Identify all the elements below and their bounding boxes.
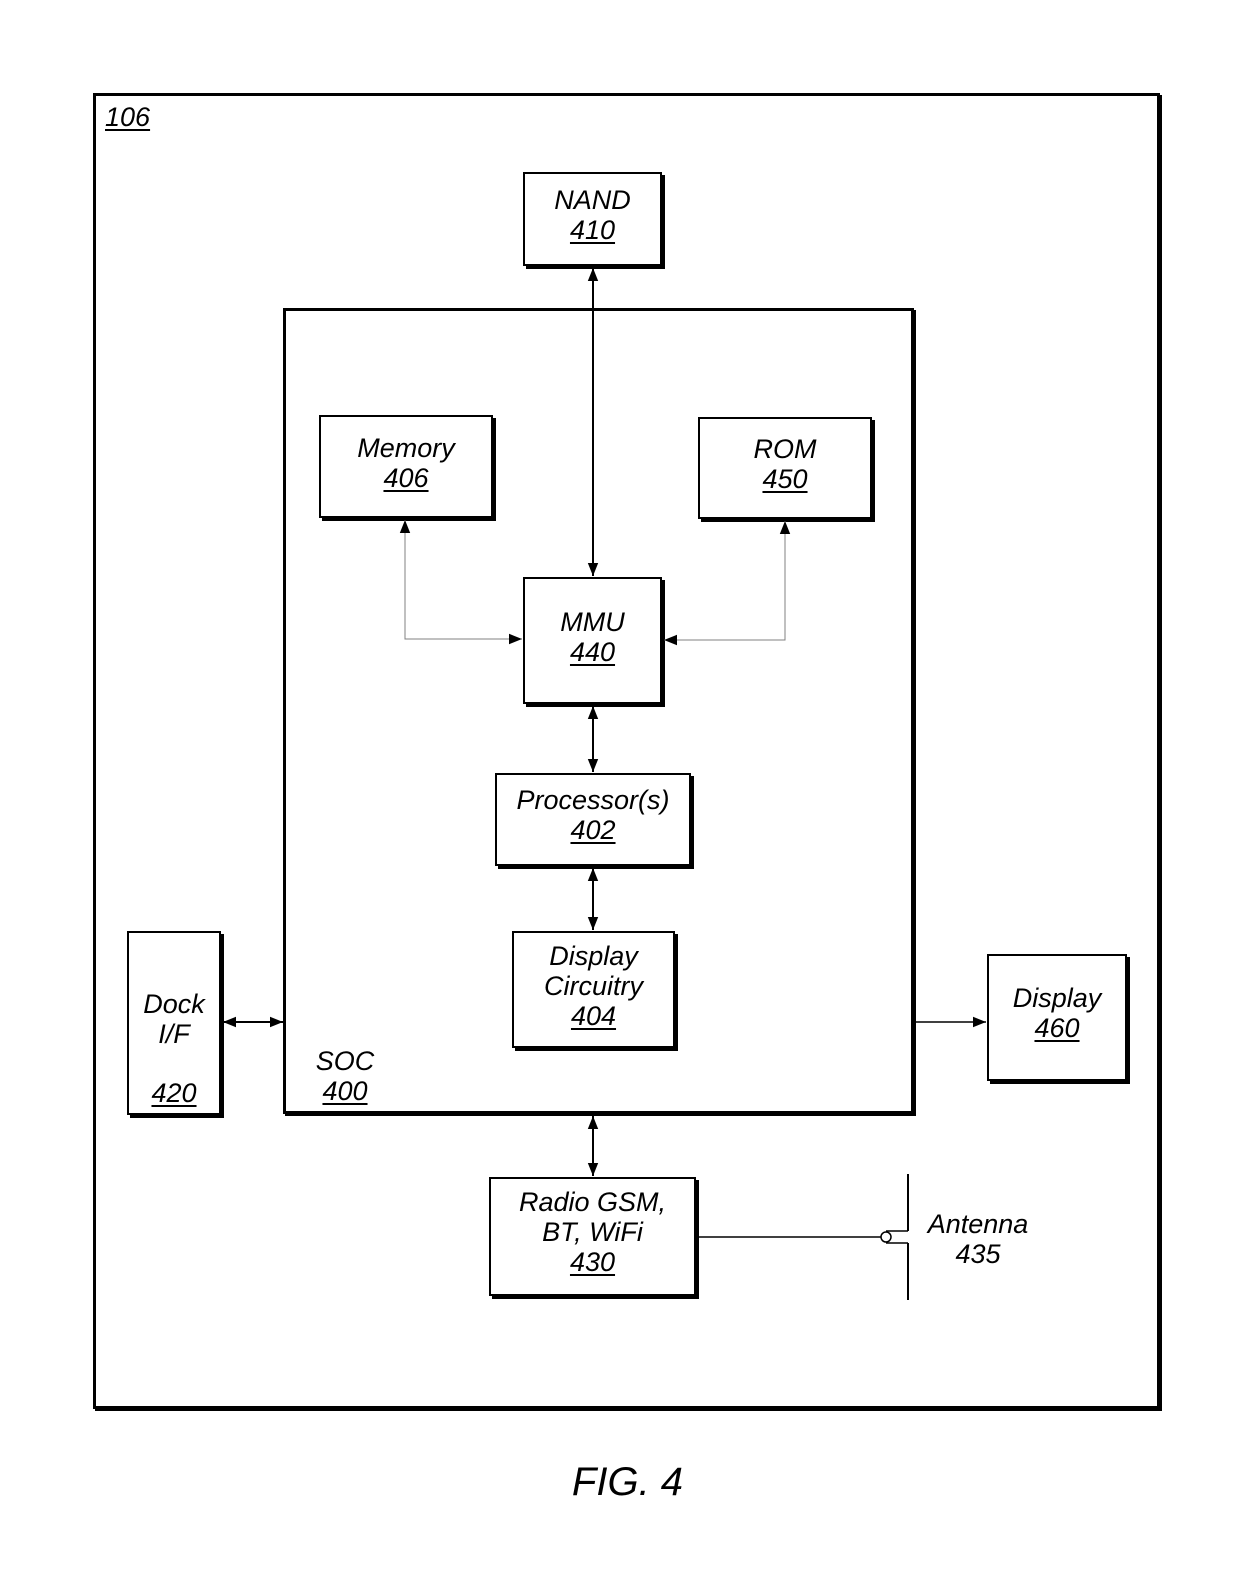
rom-mmu-connector: [664, 521, 791, 646]
memory-mmu-connector: [399, 520, 522, 645]
connector-layer: [223, 268, 986, 1300]
antenna-icon: [880, 1174, 909, 1300]
